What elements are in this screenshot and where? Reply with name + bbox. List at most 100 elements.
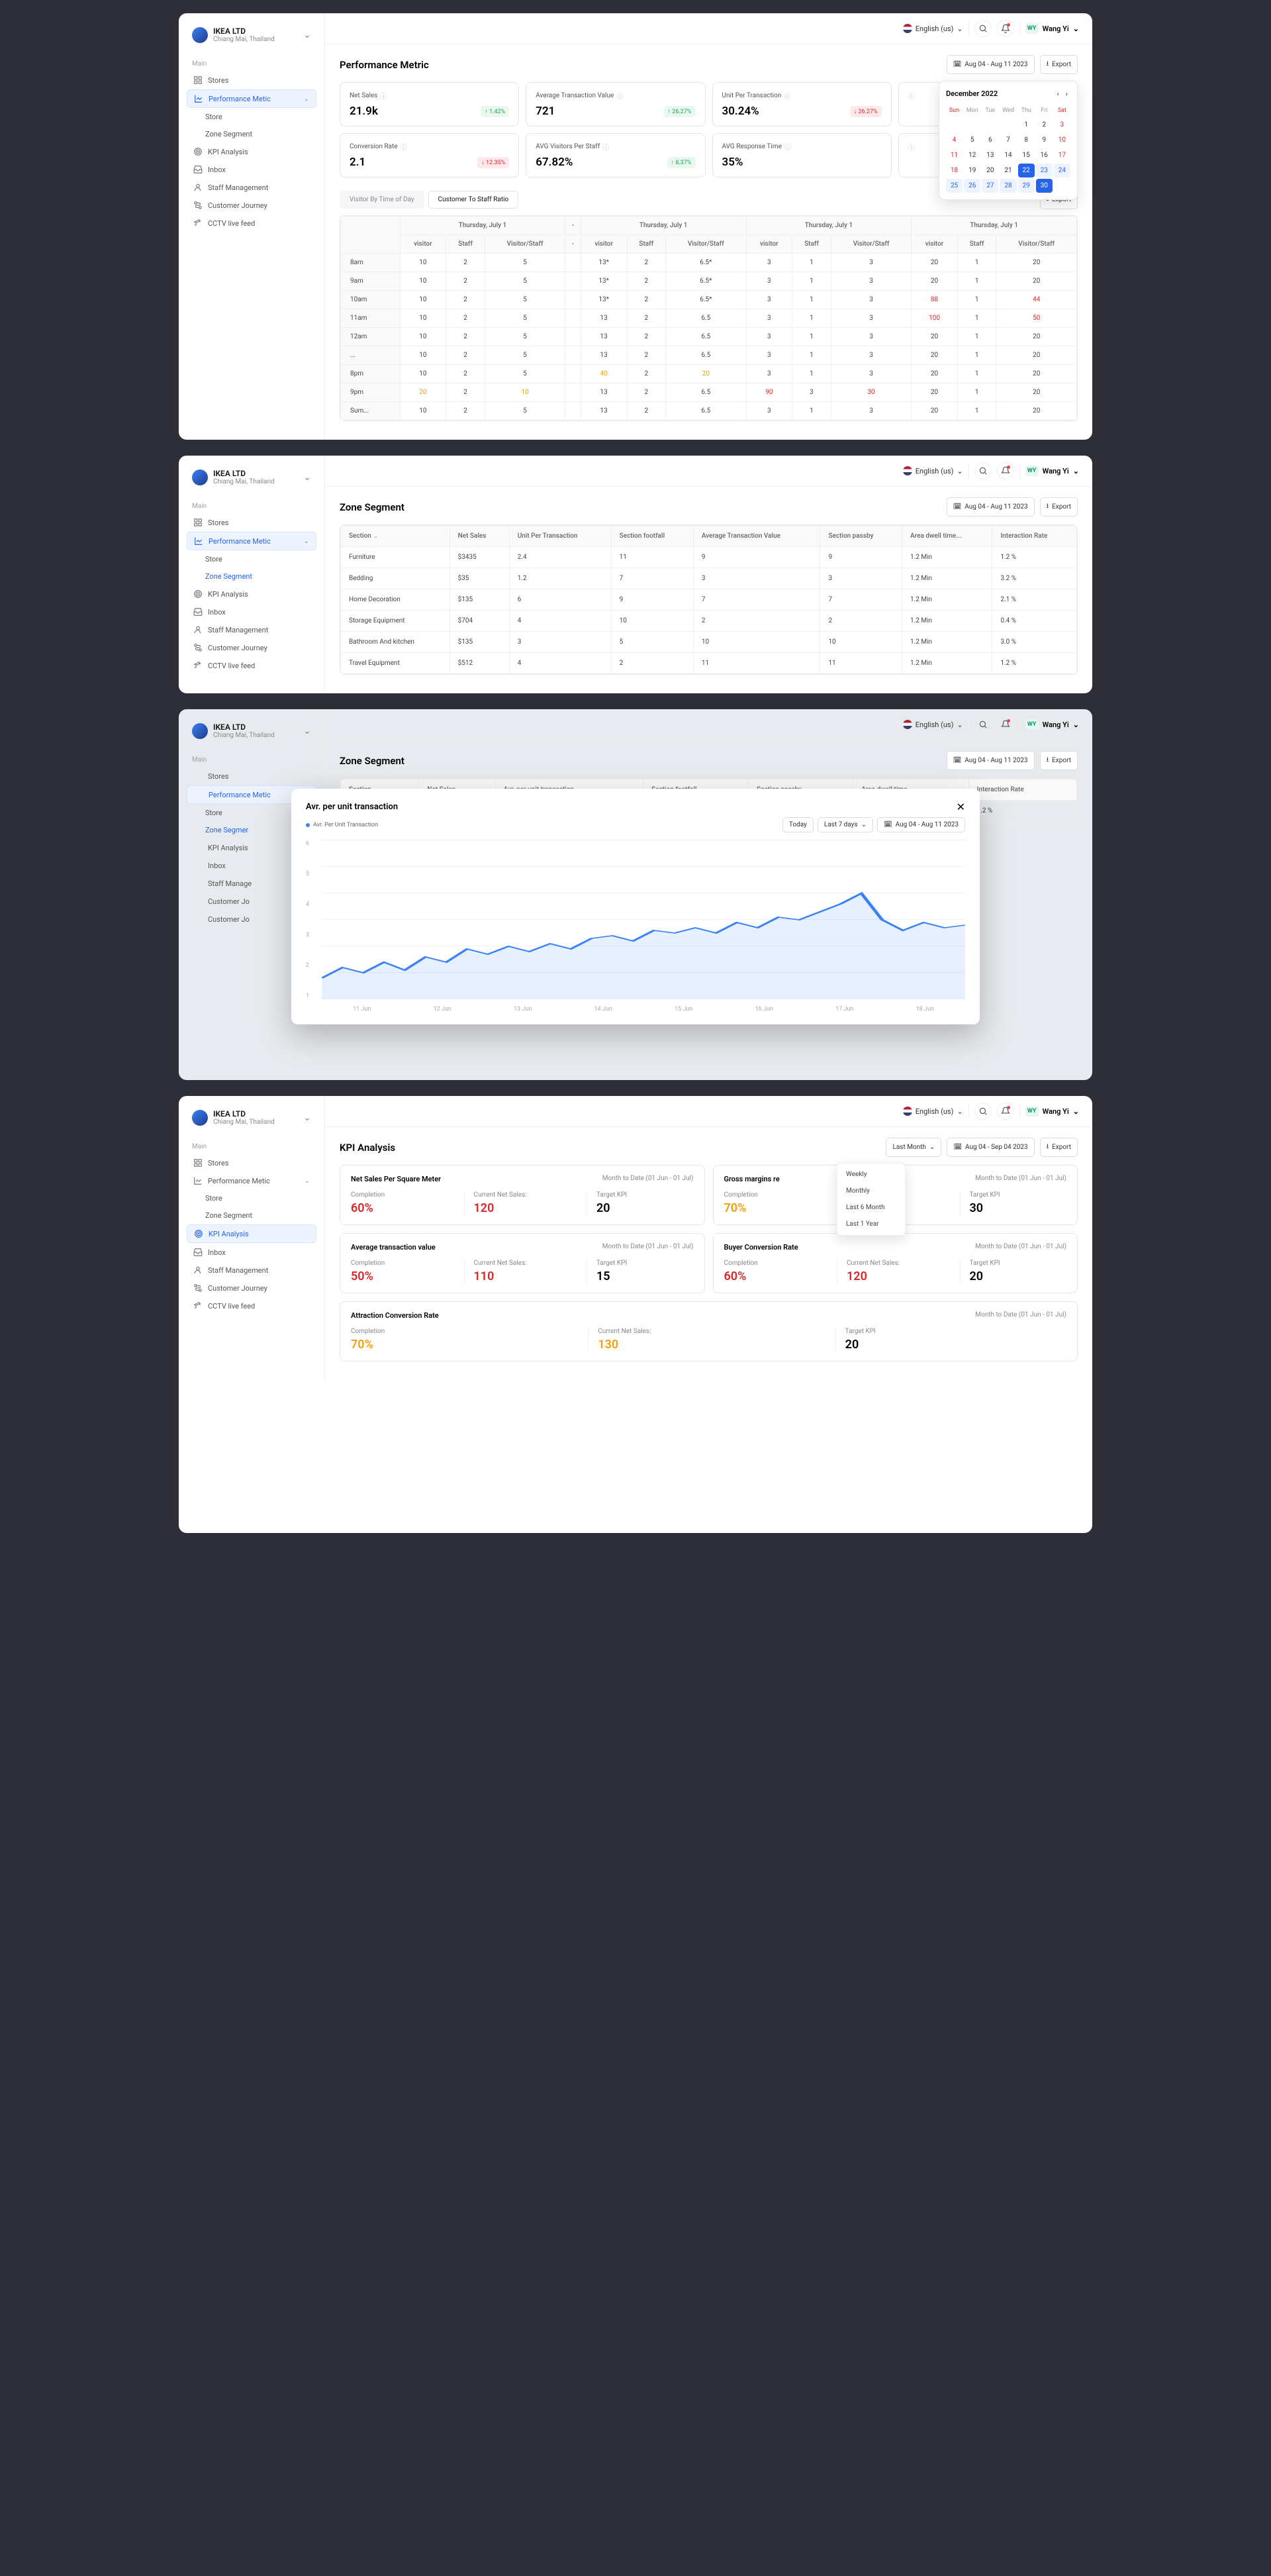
period-select[interactable]: Last Month⌄ bbox=[886, 1138, 941, 1157]
nav-item-performance-metic[interactable]: Performance Metic⌄ bbox=[187, 1172, 316, 1189]
datepicker-day[interactable]: 5 bbox=[964, 133, 980, 147]
brand-switcher[interactable]: IKEA LTD Chiang Mai, Thailand ⌄ bbox=[187, 24, 316, 55]
notifications-button[interactable] bbox=[997, 20, 1014, 37]
nav-item-cctv-live-feed[interactable]: CCTV live feed bbox=[187, 657, 316, 674]
nav-item-stores[interactable]: Stores bbox=[187, 768, 316, 785]
date-range-button[interactable]: 🗓Aug 04 - Aug 11 2023 bbox=[947, 55, 1035, 74]
user-menu[interactable]: WYWang Yi⌄ bbox=[1025, 1106, 1079, 1116]
nav-item-kpi-analysis[interactable]: KPI Analysis bbox=[187, 585, 316, 603]
datepicker-day[interactable]: 3 bbox=[1054, 118, 1070, 132]
nav-item-staff-management[interactable]: Staff Management bbox=[187, 621, 316, 638]
datepicker-day[interactable]: 4 bbox=[946, 133, 963, 147]
nav-item-store[interactable]: Store bbox=[187, 551, 316, 568]
export-button[interactable]: ⭳Export bbox=[1040, 751, 1078, 770]
datepicker-day[interactable]: 24 bbox=[1054, 164, 1070, 177]
search-button[interactable] bbox=[974, 1103, 992, 1120]
search-button[interactable] bbox=[974, 20, 992, 37]
modal-filter-1[interactable]: Last 7 days ⌄ bbox=[818, 817, 873, 832]
dropdown-item[interactable]: Weekly bbox=[840, 1166, 902, 1183]
brand-switcher[interactable]: IKEA LTDChiang Mai, Thailand ⌄ bbox=[187, 720, 316, 751]
nav-item-staff-management[interactable]: Staff Management bbox=[187, 179, 316, 196]
modal-filter-2[interactable]: 🗓Aug 04 - Aug 11 2023 bbox=[877, 817, 965, 832]
nav-item-stores[interactable]: Stores bbox=[187, 514, 316, 531]
search-button[interactable] bbox=[974, 716, 992, 733]
language-switcher[interactable]: English (us)⌄ bbox=[903, 24, 963, 33]
nav-item-stores[interactable]: Stores bbox=[187, 72, 316, 89]
nav-item-inbox[interactable]: Inbox bbox=[187, 161, 316, 178]
datepicker-day[interactable]: 10 bbox=[1054, 133, 1070, 147]
nav-item-zone-segment[interactable]: Zone Segment bbox=[187, 568, 316, 585]
datepicker-day[interactable]: 29 bbox=[1018, 179, 1035, 193]
dropdown-item[interactable]: Last 6 Month bbox=[840, 1199, 902, 1216]
datepicker-day[interactable]: 1 bbox=[1018, 118, 1035, 132]
nav-item-kpi-analysis[interactable]: KPI Analysis bbox=[187, 143, 316, 160]
date-range-button[interactable]: 🗓Aug 04 - Aug 11 2023 bbox=[947, 751, 1035, 770]
datepicker-day[interactable]: 21 bbox=[1000, 164, 1016, 177]
close-button[interactable]: ✕ bbox=[957, 801, 965, 813]
nav-item-staff-management[interactable]: Staff Management bbox=[187, 1262, 316, 1279]
datepicker-day[interactable]: 28 bbox=[1000, 179, 1016, 193]
datepicker-day[interactable]: 15 bbox=[1018, 148, 1035, 162]
datepicker-day[interactable]: 6 bbox=[982, 133, 998, 147]
brand-switcher[interactable]: IKEA LTDChiang Mai, Thailand ⌄ bbox=[187, 466, 316, 497]
date-range-button[interactable]: 🗓Aug 04 - Aug 11 2023 bbox=[947, 497, 1035, 517]
nav-item-customer-journey[interactable]: Customer Journey bbox=[187, 1279, 316, 1297]
language-switcher[interactable]: English (us)⌄ bbox=[903, 466, 963, 475]
nav-item-cctv-live-feed[interactable]: CCTV live feed bbox=[187, 1297, 316, 1314]
notifications-button[interactable] bbox=[997, 1103, 1014, 1120]
table-row[interactable]: Furniture$34352.411991.2 Min1.2 % bbox=[341, 547, 1077, 568]
user-menu[interactable]: WYWang Yi⌄ bbox=[1025, 466, 1079, 476]
search-button[interactable] bbox=[974, 462, 992, 479]
nav-item-inbox[interactable]: Inbox bbox=[187, 603, 316, 620]
datepicker-day[interactable]: 8 bbox=[1018, 133, 1035, 147]
table-row[interactable]: Travel Equipment$5124211111.2 Min1.2 % bbox=[341, 653, 1077, 674]
language-switcher[interactable]: English (us)⌄ bbox=[903, 1107, 963, 1116]
notifications-button[interactable] bbox=[997, 716, 1014, 733]
modal-filter-0[interactable]: Today bbox=[782, 817, 814, 832]
datepicker-day[interactable]: 9 bbox=[1036, 133, 1053, 147]
nav-item-store[interactable]: Store bbox=[187, 1190, 316, 1207]
nav-item-zone-segment[interactable]: Zone Segment bbox=[187, 126, 316, 142]
user-menu[interactable]: WYWang Yi⌄ bbox=[1025, 23, 1079, 34]
datepicker-day[interactable]: 23 bbox=[1036, 164, 1053, 177]
nav-item-cctv-live-feed[interactable]: CCTV live feed bbox=[187, 215, 316, 232]
language-switcher[interactable]: English (us)⌄ bbox=[903, 720, 963, 729]
datepicker-day[interactable]: 19 bbox=[964, 164, 980, 177]
nav-item-inbox[interactable]: Inbox bbox=[187, 1244, 316, 1261]
dropdown-item[interactable]: Monthly bbox=[840, 1183, 902, 1199]
date-range-button[interactable]: 🗓Aug 04 - Sep 04 2023 bbox=[947, 1138, 1034, 1157]
nav-item-customer-journey[interactable]: Customer Journey bbox=[187, 197, 316, 214]
table-row[interactable]: Bedding$351.27331.2 Min3.2 % bbox=[341, 568, 1077, 589]
nav-item-stores[interactable]: Stores bbox=[187, 1154, 316, 1171]
tab-visitor-by-time-of-day[interactable]: Visitor By Time of Day bbox=[340, 191, 424, 209]
datepicker-day[interactable]: 17 bbox=[1054, 148, 1070, 162]
nav-item-kpi-analysis[interactable]: KPI Analysis bbox=[187, 1224, 316, 1243]
datepicker-day[interactable]: 16 bbox=[1036, 148, 1053, 162]
datepicker-day[interactable]: 26 bbox=[964, 179, 980, 193]
dropdown-item[interactable]: Last 1 Year bbox=[840, 1216, 902, 1232]
export-button[interactable]: ⭳Export bbox=[1040, 55, 1078, 74]
user-menu[interactable]: WYWang Yi⌄ bbox=[1025, 719, 1079, 730]
date-picker-popover[interactable]: December 2022 ‹› SunMonTueWedThuFriSat12… bbox=[939, 81, 1078, 200]
datepicker-day[interactable]: 7 bbox=[1000, 133, 1016, 147]
tab-customer-to-staff-ratio[interactable]: Customer To Staff Ratio bbox=[428, 191, 519, 209]
datepicker-day[interactable]: 2 bbox=[1036, 118, 1053, 132]
prev-month-button[interactable]: ‹ bbox=[1054, 88, 1061, 99]
nav-item-performance-metic[interactable]: Performance Metic⌄ bbox=[187, 89, 316, 108]
export-button[interactable]: ⭳Export bbox=[1040, 1138, 1078, 1157]
nav-item-customer-journey[interactable]: Customer Journey bbox=[187, 639, 316, 656]
table-row[interactable]: Storage Equipment$704410221.2 Min0.4 % bbox=[341, 611, 1077, 632]
table-row[interactable]: Bathroom And kitchen$1353510101.2 Min3.0… bbox=[341, 632, 1077, 653]
notifications-button[interactable] bbox=[997, 462, 1014, 479]
datepicker-day[interactable]: 20 bbox=[982, 164, 998, 177]
nav-item-zone-segment[interactable]: Zone Segment bbox=[187, 1207, 316, 1224]
datepicker-day[interactable]: 14 bbox=[1000, 148, 1016, 162]
nav-item-store[interactable]: Store bbox=[187, 109, 316, 125]
datepicker-day[interactable]: 27 bbox=[982, 179, 998, 193]
datepicker-day[interactable]: 25 bbox=[946, 179, 963, 193]
next-month-button[interactable]: › bbox=[1063, 88, 1070, 99]
datepicker-day[interactable]: 12 bbox=[964, 148, 980, 162]
datepicker-day[interactable]: 11 bbox=[946, 148, 963, 162]
datepicker-day[interactable]: 22 bbox=[1018, 164, 1035, 177]
export-button[interactable]: ⭳Export bbox=[1040, 497, 1078, 517]
